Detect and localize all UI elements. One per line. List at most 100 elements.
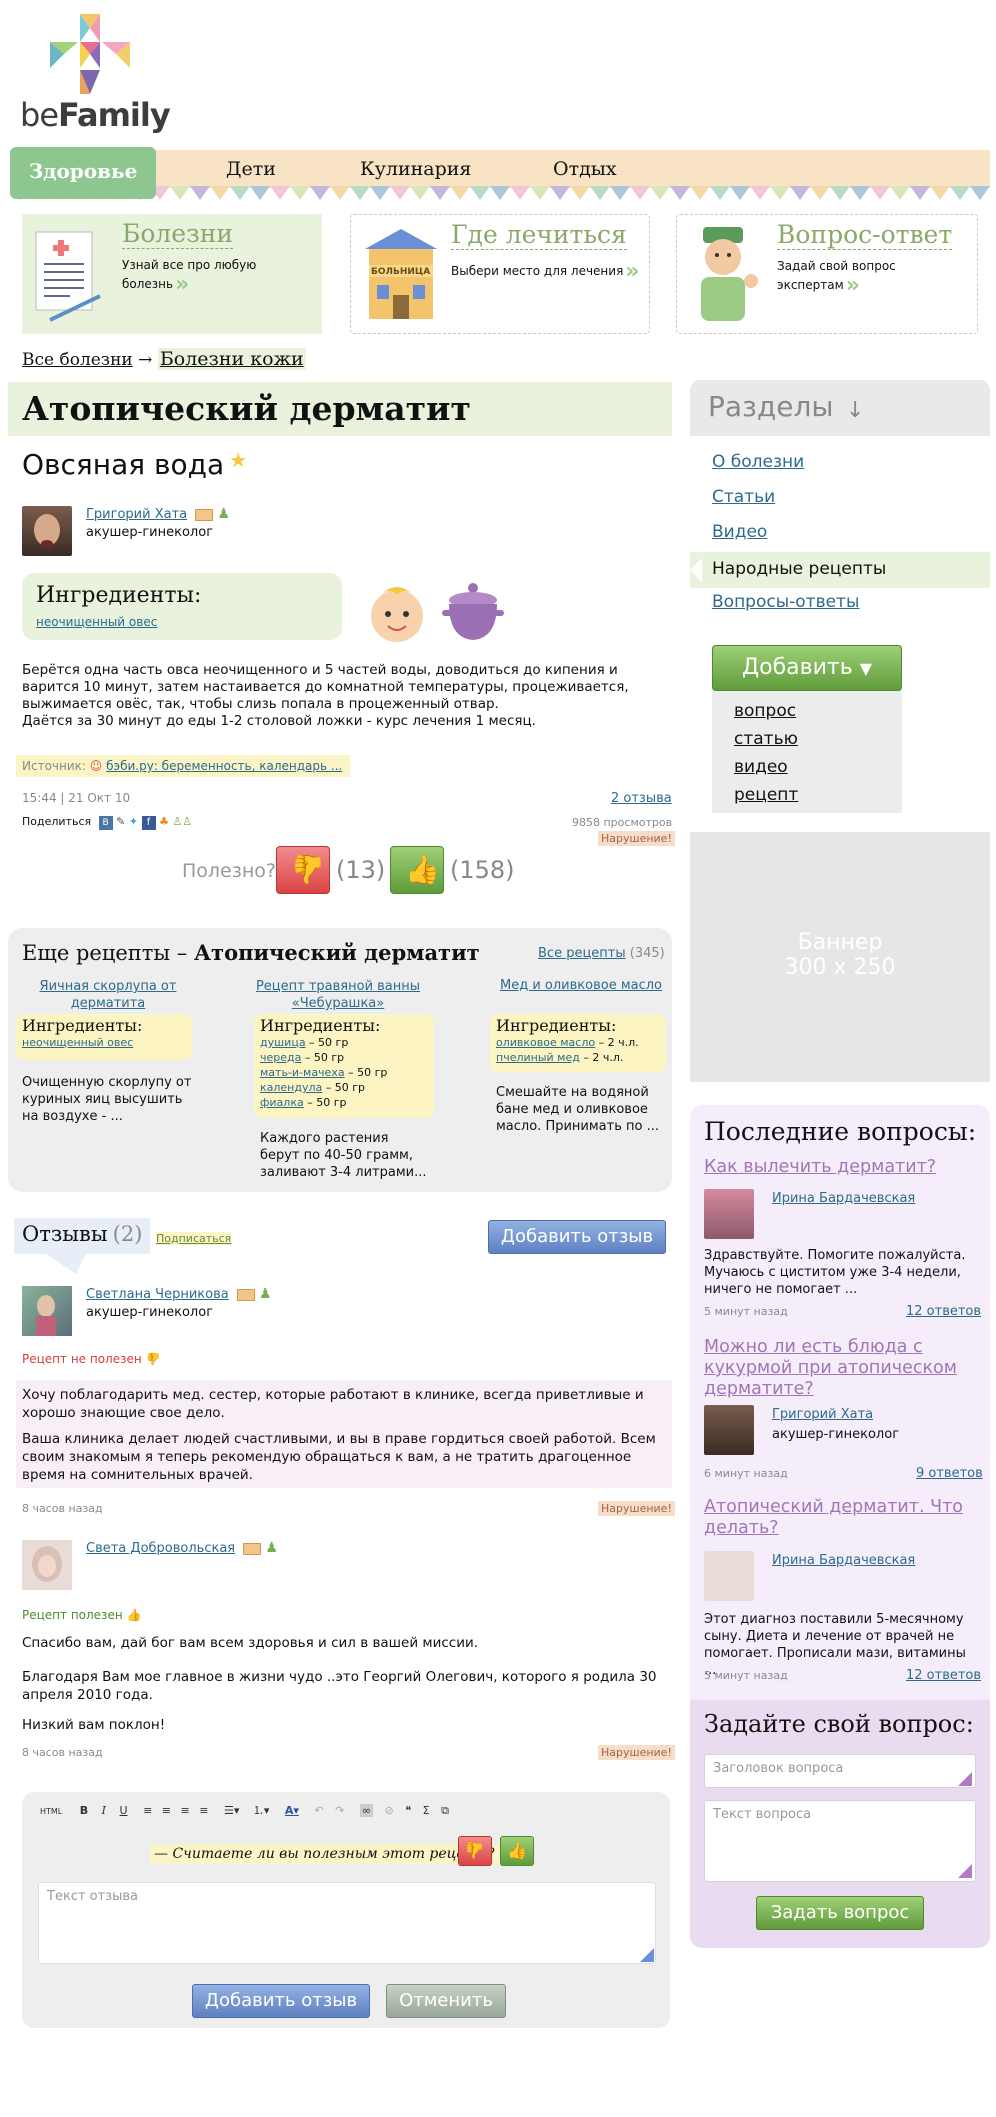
report-violation-link[interactable]: Нарушение! [598,831,675,846]
align-justify-icon[interactable]: ≡ [199,1804,208,1817]
share-twitter-icon[interactable]: ✦ [129,815,138,828]
sidebar-item-video[interactable]: Видео [712,522,767,542]
add-friend-icon[interactable]: ♟ [265,1540,278,1556]
add-friend-icon[interactable]: ♟ [217,506,230,522]
recipe-card-title[interactable]: Яичная скорлупа от дерматита [38,978,178,1012]
like-button[interactable]: 👍 [390,846,444,894]
report-violation-link[interactable]: Нарушение! [598,1745,675,1760]
unlink-icon[interactable]: ⊘ [385,1804,394,1817]
question-avatar[interactable] [704,1551,754,1601]
align-left-icon[interactable]: ≡ [143,1804,152,1817]
all-recipes-link[interactable]: Все рецепты [538,946,626,961]
sidebar-item-folk-recipes[interactable]: Народные рецепты [690,552,990,588]
ingredient-link[interactable]: неочищенный овес [22,1036,133,1049]
review-author-name[interactable]: Света Добровольская [86,1541,235,1556]
promo-diseases[interactable]: Болезни Узнай все про любую болезнь» [22,214,322,334]
question-author[interactable]: Ирина Бардачевская [772,1191,915,1206]
subscribe-link[interactable]: Подписаться [156,1232,232,1245]
question-text-input[interactable]: Текст вопроса [704,1800,976,1882]
logo[interactable]: beFamily [20,14,171,136]
ingredient-link[interactable]: душица [260,1036,306,1049]
submit-review-button[interactable]: Добавить отзыв [192,1984,370,2018]
ingredient-link[interactable]: фиалка [260,1096,304,1109]
align-right-icon[interactable]: ≡ [181,1804,190,1817]
special-char-icon[interactable]: Σ [423,1804,430,1817]
share-facebook-icon[interactable]: f [141,816,156,830]
link-icon[interactable]: ∞ [359,1804,374,1817]
quote-icon[interactable]: ❝ [405,1804,411,1817]
italic-button[interactable]: I [102,1804,106,1817]
share-friends-icon[interactable]: ♙♙ [172,815,192,828]
ingredient-link[interactable]: оливковое масло [496,1036,595,1049]
add-option-recipe[interactable]: рецепт [734,785,798,805]
undo-icon[interactable]: ↶ [314,1804,323,1817]
share-link-icon[interactable]: ✎ [116,815,125,828]
breadcrumb-current[interactable]: Болезни кожи [157,348,306,370]
promo-title[interactable]: Болезни [122,220,234,249]
question-title[interactable]: Атопический дерматит. Что делать? [704,1497,964,1539]
add-option-video[interactable]: видео [734,757,788,777]
sidebar-item-about[interactable]: О болезни [712,452,804,472]
add-option-question[interactable]: вопрос [734,701,796,721]
reviews-count-link[interactable]: 2 отзыва [611,791,672,806]
ad-banner[interactable]: Баннер 300 x 250 [690,832,990,1082]
nav-item-health[interactable]: Здоровье [10,147,156,199]
ask-submit-button[interactable]: Задать вопрос [756,1896,924,1930]
breadcrumb-root[interactable]: Все болезни [22,350,133,370]
nav-item-leisure[interactable]: Отдых [553,158,617,180]
ingredient-link[interactable]: календула [260,1081,322,1094]
question-author[interactable]: Григорий Хата [772,1407,873,1422]
promo-qa[interactable]: Вопрос-ответ Задай свой вопрос экспертам… [676,214,978,334]
editor-dislike-button[interactable]: 👍 [458,1836,492,1866]
mail-icon[interactable] [243,1542,262,1555]
add-review-button[interactable]: Добавить отзыв [488,1220,666,1254]
mail-icon[interactable] [195,508,214,521]
recipe-card-title[interactable]: Мед и оливковое масло [496,978,666,993]
promo-where-to-treat[interactable]: БОЛЬНИЦА Где лечиться Выбери место для л… [350,214,650,334]
ingredient-link[interactable]: пчелиный мед [496,1051,580,1064]
text-color-icon[interactable]: A▾ [285,1804,299,1817]
numbered-list-icon[interactable]: ⒈▾ [253,1804,270,1817]
question-title-input[interactable]: Заголовок вопроса [704,1754,976,1788]
share-vk-icon[interactable]: В [98,816,113,830]
cancel-review-button[interactable]: Отменить [386,1984,506,2018]
review-textarea[interactable]: Текст отзыва [38,1882,656,1964]
question-answers-link[interactable]: 9 ответов [916,1466,983,1481]
question-answers-link[interactable]: 12 ответов [906,1304,981,1319]
question-title[interactable]: Можно ли есть блюда с кукурмой при атопи… [704,1337,964,1400]
source-link[interactable]: бэби.ру: беременность, календарь ... [106,759,342,773]
add-option-article[interactable]: статью [734,729,798,749]
sidebar-item-articles[interactable]: Статьи [712,487,775,507]
add-dropdown-button[interactable]: Добавить ▼ [712,645,902,691]
star-icon[interactable]: ★ [229,448,247,472]
question-avatar[interactable] [704,1405,754,1455]
review-avatar[interactable] [22,1540,72,1590]
html-button[interactable]: HTML [40,1807,62,1816]
nav-item-cooking[interactable]: Кулинария [360,158,471,180]
resize-handle-icon[interactable] [640,1948,654,1962]
question-title[interactable]: Как вылечить дерматит? [704,1157,974,1178]
align-center-icon[interactable]: ≡ [162,1804,171,1817]
fullscreen-icon[interactable]: ⧉ [441,1804,449,1817]
ingredient-link[interactable]: неочищенный овес [36,615,157,629]
ingredient-link[interactable]: мать-и-мачеха [260,1066,345,1079]
author-avatar[interactable] [22,506,72,556]
bullet-list-icon[interactable]: ☰▾ [224,1804,239,1817]
dislike-button[interactable]: 👍 [276,846,330,894]
question-author[interactable]: Ирина Бардачевская [772,1553,915,1568]
promo-title[interactable]: Вопрос-ответ [777,221,953,250]
ingredient-link[interactable]: череда [260,1051,301,1064]
editor-like-button[interactable]: 👍 [500,1836,534,1866]
question-avatar[interactable] [704,1189,754,1239]
author-name[interactable]: Григорий Хата [86,507,187,522]
report-violation-link[interactable]: Нарушение! [598,1501,675,1516]
recipe-card-title[interactable]: Рецепт травяной ванны «Чебурашка» [248,978,428,1012]
redo-icon[interactable]: ↷ [335,1804,344,1817]
question-answers-link[interactable]: 12 ответов [906,1668,981,1683]
review-author-name[interactable]: Светлана Черникова [86,1287,229,1302]
add-friend-icon[interactable]: ♟ [259,1286,272,1302]
mail-icon[interactable] [236,1288,255,1301]
review-avatar[interactable] [22,1286,72,1336]
sidebar-item-qa[interactable]: Вопросы-ответы [712,592,859,612]
bold-button[interactable]: B [80,1804,88,1817]
